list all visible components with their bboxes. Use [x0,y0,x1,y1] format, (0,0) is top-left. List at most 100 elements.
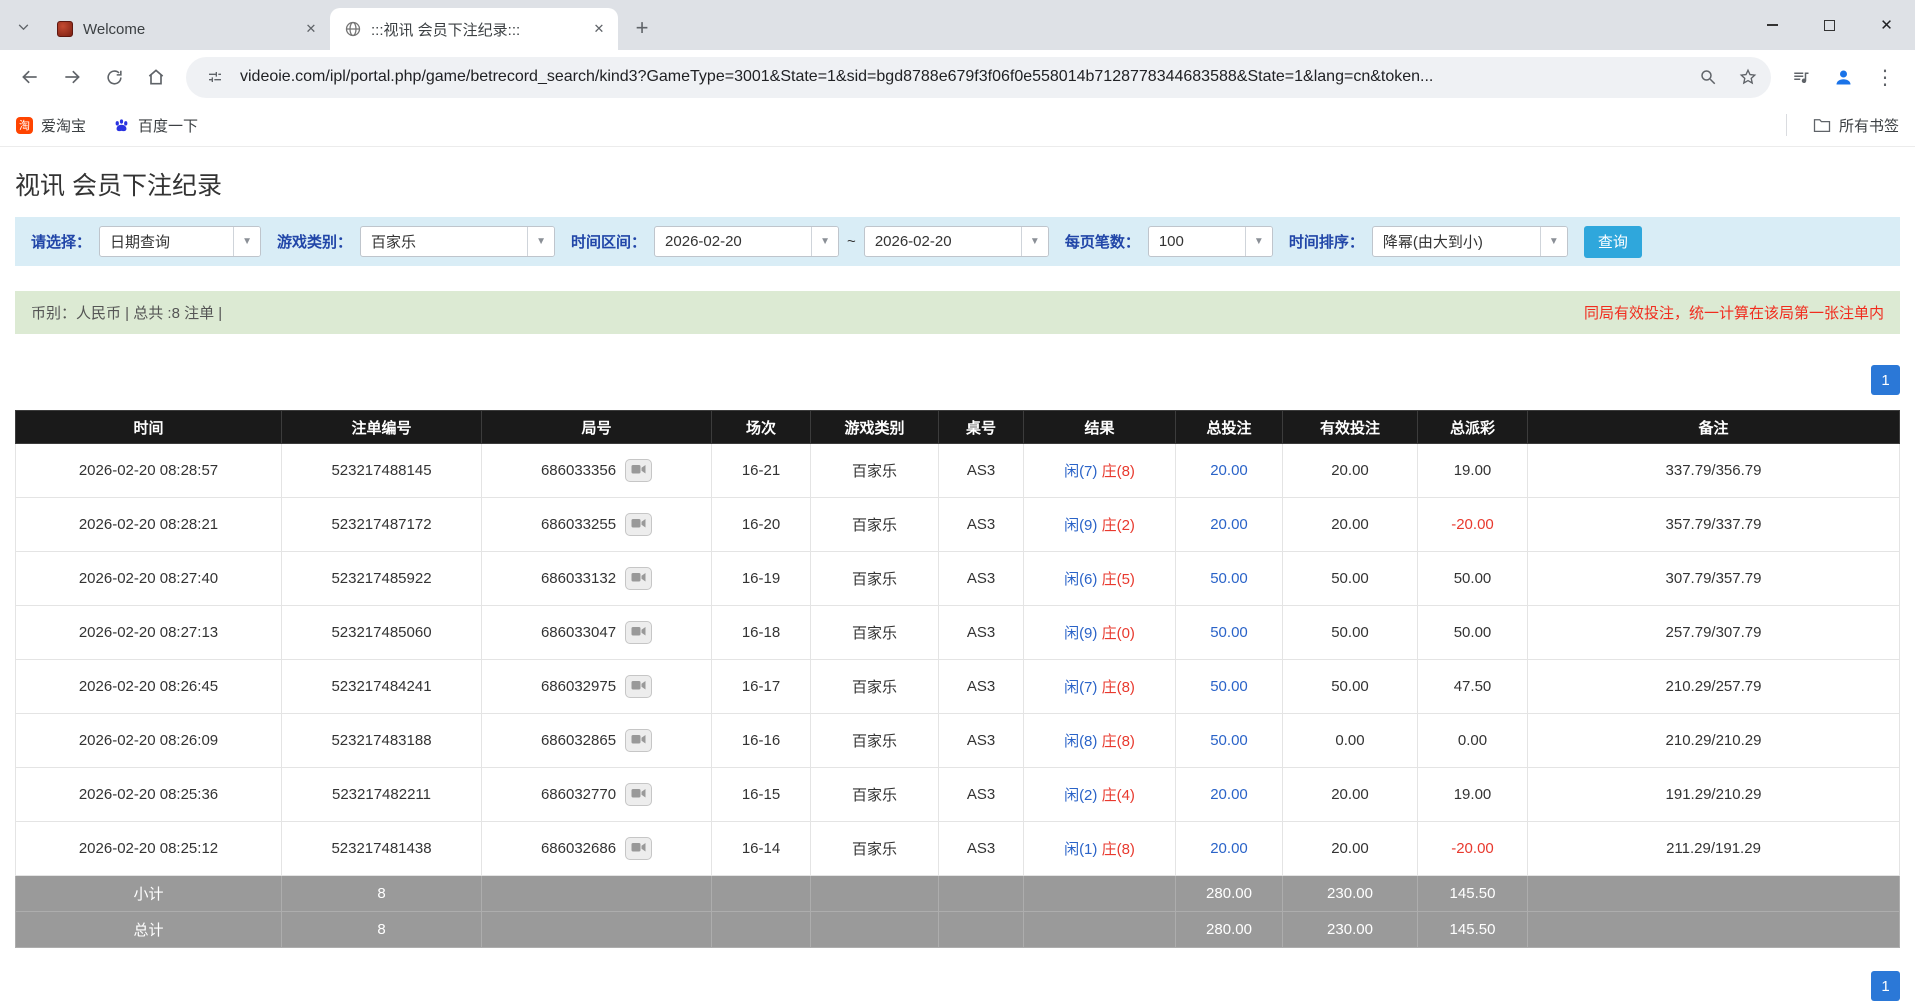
chevron-down-icon[interactable]: ▼ [1539,227,1567,256]
total-count: 8 [281,911,482,948]
chevron-down-icon[interactable]: ▼ [527,227,555,256]
menu-icon[interactable]: ⋮ [1867,59,1903,95]
welcome-favicon-icon [56,20,74,38]
total-bet-link[interactable]: 50.00 [1210,732,1248,749]
total-bet-link[interactable]: 20.00 [1210,516,1248,533]
tab-search-button[interactable] [8,11,38,41]
per-page-label: 每页笔数： [1064,234,1140,251]
total-bet-link[interactable]: 50.00 [1210,624,1248,641]
page-content: 视讯 会员下注纪录 请选择： 日期查询 ▼ 游戏类别： 百家乐 ▼ 时间区间： … [0,171,1915,948]
video-replay-button[interactable] [625,837,653,860]
result-player: 闲(6) [1064,571,1098,588]
cell-round: 686033132 [481,551,712,606]
total-bet-link[interactable]: 20.00 [1210,840,1248,857]
divider [1785,114,1787,136]
forward-button[interactable] [54,59,90,95]
tab-betrecord[interactable]: :::视讯 会员下注纪录::: ✕ [330,8,618,50]
table-row: 2026-02-20 08:28:21 523217487172 686033255… [15,497,1900,552]
empty-cell [711,875,811,912]
maximize-button[interactable] [1801,0,1858,50]
page-1-button[interactable]: 1 [1871,365,1900,395]
refresh-button[interactable] [96,59,132,95]
new-tab-button[interactable]: + [627,13,657,43]
cell-payout: 50.00 [1417,551,1528,606]
cell-game-type: 百家乐 [810,443,939,498]
result-banker: 庄(8) [1101,679,1135,696]
folder-icon [1813,116,1831,134]
cell-table-no: AS3 [938,659,1024,714]
video-replay-button[interactable] [625,729,653,752]
empty-cell [481,911,712,948]
page-1-button-bottom[interactable]: 1 [1871,971,1900,1001]
video-replay-button[interactable] [625,675,653,698]
profile-avatar[interactable] [1825,59,1861,95]
bookmark-aitaobao[interactable]: 淘 爱淘宝 [16,115,86,136]
cell-time: 2026-02-20 08:26:45 [15,659,282,714]
tab-close-icon[interactable]: ✕ [588,18,610,40]
table-header-row: 时间 注单编号 局号 场次 游戏类别 桌号 结果 总投注 有效投注 总派彩 备注 [15,410,1900,444]
query-mode-select[interactable]: 日期查询 ▼ [99,226,262,257]
cell-round: 686032865 [481,713,712,768]
all-bookmarks-label: 所有书签 [1838,117,1899,135]
zoom-icon[interactable] [1693,62,1723,92]
tab-close-icon[interactable]: ✕ [300,18,322,40]
site-settings-icon[interactable] [200,62,230,92]
video-replay-button[interactable] [625,513,653,536]
total-bet-link[interactable]: 50.00 [1210,570,1248,587]
chevron-down-icon[interactable]: ▼ [1244,227,1272,256]
result-banker: 庄(8) [1101,733,1135,750]
chevron-down-icon[interactable]: ▼ [233,227,261,256]
total-bet-link[interactable]: 20.00 [1210,462,1248,479]
cell-bet-id: 523217483188 [281,713,482,768]
result-player: 闲(1) [1064,841,1098,858]
cell-bet-id: 523217487172 [281,497,482,552]
sort-order-select[interactable]: 降幂(由大到小) ▼ [1371,226,1568,257]
date-from-input[interactable]: 2026-02-20 ▼ [654,226,840,257]
media-controls-icon[interactable] [1783,59,1819,95]
cell-total-bet: 50.00 [1175,551,1283,606]
maximize-icon [1824,19,1835,31]
chevron-down-icon[interactable]: ▼ [1020,227,1048,256]
cell-round: 686032686 [481,821,712,876]
cell-bet-id: 523217488145 [281,443,482,498]
bookmark-label: 爱淘宝 [41,117,87,135]
url-text[interactable]: videoie.com/ipl/portal.php/game/betrecor… [240,68,1683,86]
cell-round: 686033356 [481,443,712,498]
all-bookmarks-button[interactable]: 所有书签 [1813,115,1899,136]
cell-time: 2026-02-20 08:28:21 [15,497,282,552]
minimize-button[interactable] [1744,0,1801,50]
video-replay-button[interactable] [625,783,653,806]
total-bet-link[interactable]: 20.00 [1210,786,1248,803]
tab-welcome[interactable]: Welcome ✕ [42,8,330,50]
game-type-select[interactable]: 百家乐 ▼ [360,226,556,257]
table-row: 2026-02-20 08:27:40 523217485922 686033132… [15,551,1900,606]
video-camera-icon [631,463,646,478]
pagination-bottom: 1 [1871,971,1900,1001]
chevron-down-icon[interactable]: ▼ [811,227,839,256]
bookmark-star-icon[interactable] [1733,62,1763,92]
per-page-select[interactable]: 100 ▼ [1147,226,1273,257]
home-button[interactable] [138,59,174,95]
video-replay-button[interactable] [625,567,653,590]
total-bet-link[interactable]: 50.00 [1210,678,1248,695]
empty-cell [1527,911,1900,948]
video-replay-button[interactable] [625,621,653,644]
back-button[interactable] [12,59,48,95]
query-button[interactable]: 查询 [1583,225,1642,258]
bookmark-baidu[interactable]: 百度一下 [112,115,198,136]
address-bar[interactable]: videoie.com/ipl/portal.php/game/betrecor… [186,56,1771,98]
result-banker: 庄(4) [1101,787,1135,804]
round-number: 686032865 [540,732,617,749]
video-replay-button[interactable] [625,459,653,482]
cell-game-type: 百家乐 [810,767,939,822]
taobao-icon: 淘 [16,116,33,134]
cell-session: 16-19 [711,551,811,606]
close-window-button[interactable]: ✕ [1858,0,1915,50]
cell-table-no: AS3 [938,713,1024,768]
date-to-input[interactable]: 2026-02-20 ▼ [863,226,1049,257]
table-row: 2026-02-20 08:25:12 523217481438 686032686… [15,821,1900,876]
cell-table-no: AS3 [938,497,1024,552]
cell-session: 16-15 [711,767,811,822]
total-payout: 145.50 [1417,911,1528,948]
cell-game-type: 百家乐 [810,551,939,606]
